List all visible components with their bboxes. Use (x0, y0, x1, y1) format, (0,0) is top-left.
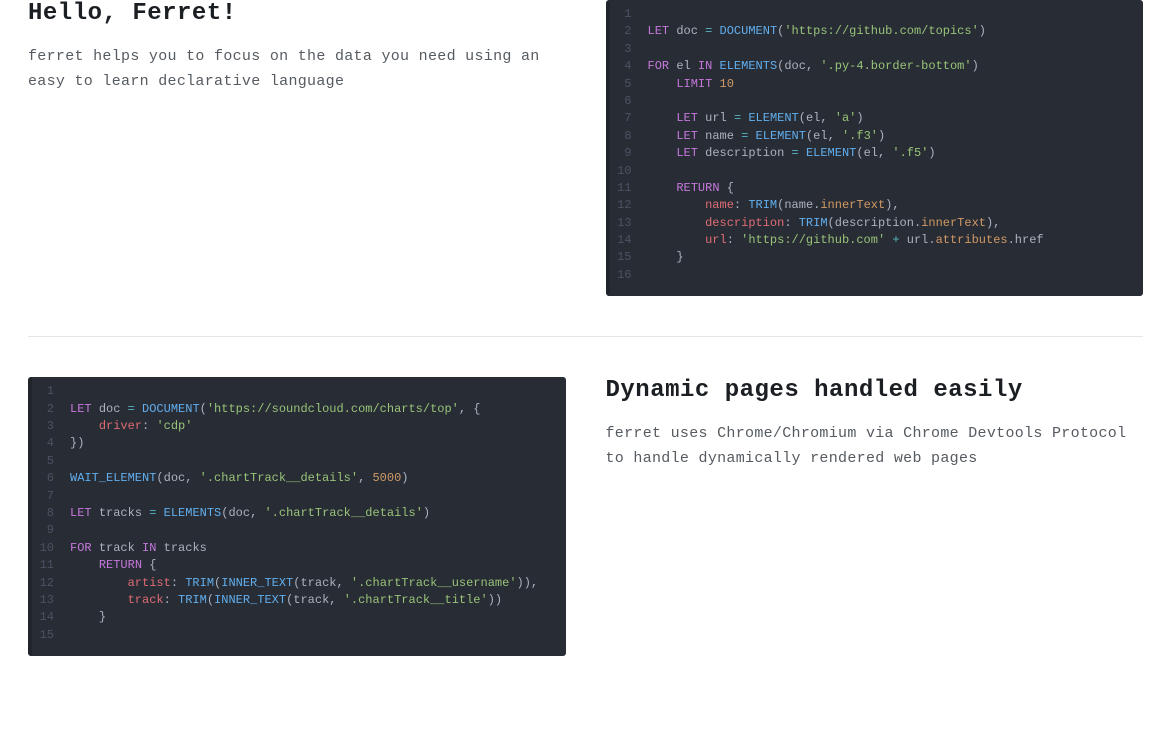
dynamic-text-column: Dynamic pages handled easily ferret uses… (606, 377, 1144, 472)
dynamic-heading: Dynamic pages handled easily (606, 377, 1144, 404)
intro-text-column: Hello, Ferret! ferret helps you to focus… (28, 0, 566, 95)
code-editor-soundcloud: 1 2LET doc = DOCUMENT('https://soundclou… (28, 377, 566, 656)
intro-description: ferret helps you to focus on the data yo… (28, 45, 566, 95)
intro-code-column: 1 2LET doc = DOCUMENT('https://github.co… (606, 0, 1144, 296)
code-editor-github: 1 2LET doc = DOCUMENT('https://github.co… (606, 0, 1144, 296)
dynamic-section: 1 2LET doc = DOCUMENT('https://soundclou… (28, 336, 1143, 696)
dynamic-code-column: 1 2LET doc = DOCUMENT('https://soundclou… (28, 377, 566, 656)
intro-section: Hello, Ferret! ferret helps you to focus… (28, 0, 1143, 336)
intro-heading: Hello, Ferret! (28, 0, 566, 27)
dynamic-description: ferret uses Chrome/Chromium via Chrome D… (606, 422, 1144, 472)
